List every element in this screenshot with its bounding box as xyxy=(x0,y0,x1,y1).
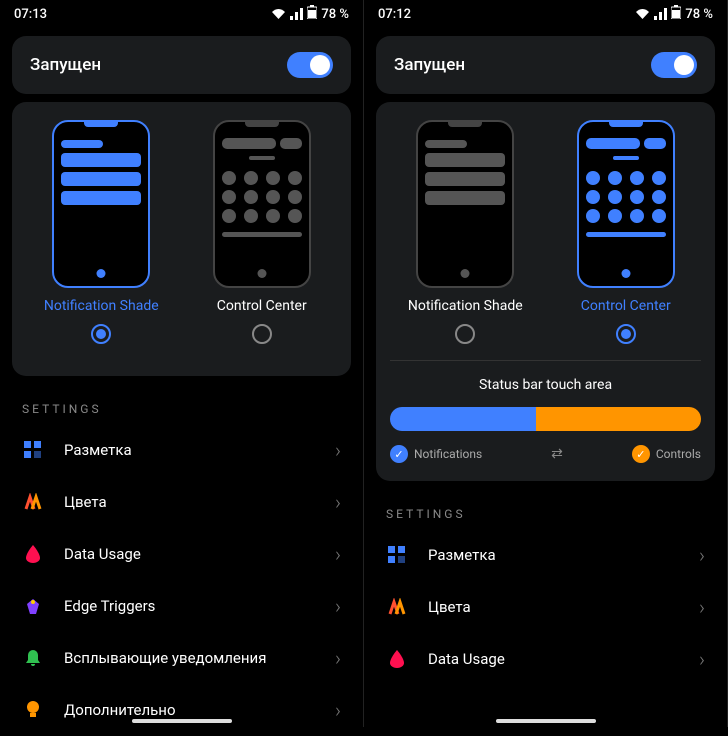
option-label: Notification Shade xyxy=(44,298,159,314)
touch-bar-right xyxy=(536,407,701,431)
settings-item-layout[interactable]: Разметка › xyxy=(8,424,355,476)
chevron-right-icon: › xyxy=(699,647,705,671)
header-card: Запущен xyxy=(12,36,351,94)
screen-right: 07:12 78 % Запущен xyxy=(364,0,728,727)
settings-item-colors[interactable]: Цвета › xyxy=(8,476,355,528)
chevron-right-icon: › xyxy=(335,438,341,462)
legend-controls: ✓ Controls xyxy=(632,445,701,463)
radio-notification[interactable] xyxy=(455,324,475,344)
settings-item-popup-notif[interactable]: Всплывающие уведомления › xyxy=(8,632,355,684)
header-card: Запущен xyxy=(376,36,715,94)
nav-pill[interactable] xyxy=(496,719,596,723)
touch-bar-left xyxy=(390,407,536,431)
chevron-right-icon: › xyxy=(335,646,341,670)
status-time: 07:12 xyxy=(378,7,411,22)
settings-item-edge-triggers[interactable]: Edge Triggers › xyxy=(8,580,355,632)
phone-preview-control xyxy=(577,120,675,288)
chevron-right-icon: › xyxy=(335,594,341,618)
settings-label: Data Usage xyxy=(428,650,679,668)
enabled-toggle[interactable] xyxy=(287,52,333,78)
chevron-right-icon: › xyxy=(699,543,705,567)
settings-list: Разметка › Цвета › Data Usage › Edge Tri… xyxy=(0,424,363,736)
settings-label: Разметка xyxy=(64,441,315,459)
settings-label: Data Usage xyxy=(64,545,315,563)
chevron-right-icon: › xyxy=(699,595,705,619)
settings-label: Цвета xyxy=(64,493,315,511)
header-title: Запущен xyxy=(394,55,465,75)
mode-selector-card: Notification Shade Control Ce xyxy=(376,102,715,481)
touch-bar[interactable] xyxy=(390,407,701,431)
option-label: Control Center xyxy=(581,298,671,314)
check-icon: ✓ xyxy=(390,445,408,463)
wifi-icon xyxy=(635,8,650,20)
settings-item-extra[interactable]: Дополнительно › xyxy=(8,684,355,736)
settings-header: SETTINGS xyxy=(0,384,363,424)
battery-percent: 78 % xyxy=(321,7,349,22)
colors-icon xyxy=(386,596,408,618)
radio-control[interactable] xyxy=(252,324,272,344)
settings-item-data-usage[interactable]: Data Usage › xyxy=(372,633,719,685)
colors-icon xyxy=(22,491,44,513)
phone-preview-notification xyxy=(416,120,514,288)
wifi-icon xyxy=(271,8,286,20)
status-right: 78 % xyxy=(271,5,349,23)
radio-control[interactable] xyxy=(616,324,636,344)
layout-icon xyxy=(386,544,408,566)
touch-area-section: Status bar touch area ✓ Notifications ⇄ … xyxy=(390,360,701,463)
mode-selector-card: Notification Shade Control Ce xyxy=(12,102,351,376)
option-control-center[interactable]: Control Center xyxy=(187,120,338,344)
nav-pill[interactable] xyxy=(132,719,232,723)
settings-label: Разметка xyxy=(428,546,679,564)
status-time: 07:13 xyxy=(14,7,47,22)
legend-label: Controls xyxy=(656,447,701,461)
option-notification-shade[interactable]: Notification Shade xyxy=(26,120,177,344)
drop-icon xyxy=(386,648,408,670)
legend-notifications: ✓ Notifications xyxy=(390,445,482,463)
check-icon: ✓ xyxy=(632,445,650,463)
settings-item-layout[interactable]: Разметка › xyxy=(372,529,719,581)
settings-label: Всплывающие уведомления xyxy=(64,649,315,667)
radio-notification[interactable] xyxy=(91,324,111,344)
edge-icon xyxy=(22,595,44,617)
option-label: Control Center xyxy=(217,298,307,314)
battery-icon xyxy=(671,5,681,23)
status-bar: 07:13 78 % xyxy=(0,0,363,28)
status-right: 78 % xyxy=(635,5,713,23)
option-control-center[interactable]: Control Center xyxy=(551,120,702,344)
enabled-toggle[interactable] xyxy=(651,52,697,78)
header-title: Запущен xyxy=(30,55,101,75)
settings-label: Edge Triggers xyxy=(64,597,315,615)
settings-label: Дополнительно xyxy=(64,701,315,719)
signal-icon xyxy=(654,8,667,20)
bell-icon xyxy=(22,647,44,669)
legend-label: Notifications xyxy=(414,447,482,461)
phone-preview-control xyxy=(213,120,311,288)
phone-previews: Notification Shade Control Ce xyxy=(26,120,337,344)
battery-icon xyxy=(307,5,317,23)
legend-row: ✓ Notifications ⇄ ✓ Controls xyxy=(390,445,701,463)
layout-icon xyxy=(22,439,44,461)
settings-list: Разметка › Цвета › Data Usage › xyxy=(364,529,727,685)
touch-area-title: Status bar touch area xyxy=(390,377,701,393)
status-bar: 07:12 78 % xyxy=(364,0,727,28)
battery-percent: 78 % xyxy=(685,7,713,22)
signal-icon xyxy=(290,8,303,20)
settings-label: Цвета xyxy=(428,598,679,616)
chevron-right-icon: › xyxy=(335,490,341,514)
settings-header: SETTINGS xyxy=(364,489,727,529)
swap-icon[interactable]: ⇄ xyxy=(551,446,563,462)
screen-left: 07:13 78 % Запущен xyxy=(0,0,364,727)
option-notification-shade[interactable]: Notification Shade xyxy=(390,120,541,344)
phone-previews: Notification Shade Control Ce xyxy=(390,120,701,344)
drop-icon xyxy=(22,543,44,565)
chevron-right-icon: › xyxy=(335,698,341,722)
settings-item-colors[interactable]: Цвета › xyxy=(372,581,719,633)
option-label: Notification Shade xyxy=(408,298,523,314)
phone-preview-notification xyxy=(52,120,150,288)
chevron-right-icon: › xyxy=(335,542,341,566)
settings-item-data-usage[interactable]: Data Usage › xyxy=(8,528,355,580)
bulb-icon xyxy=(22,699,44,721)
